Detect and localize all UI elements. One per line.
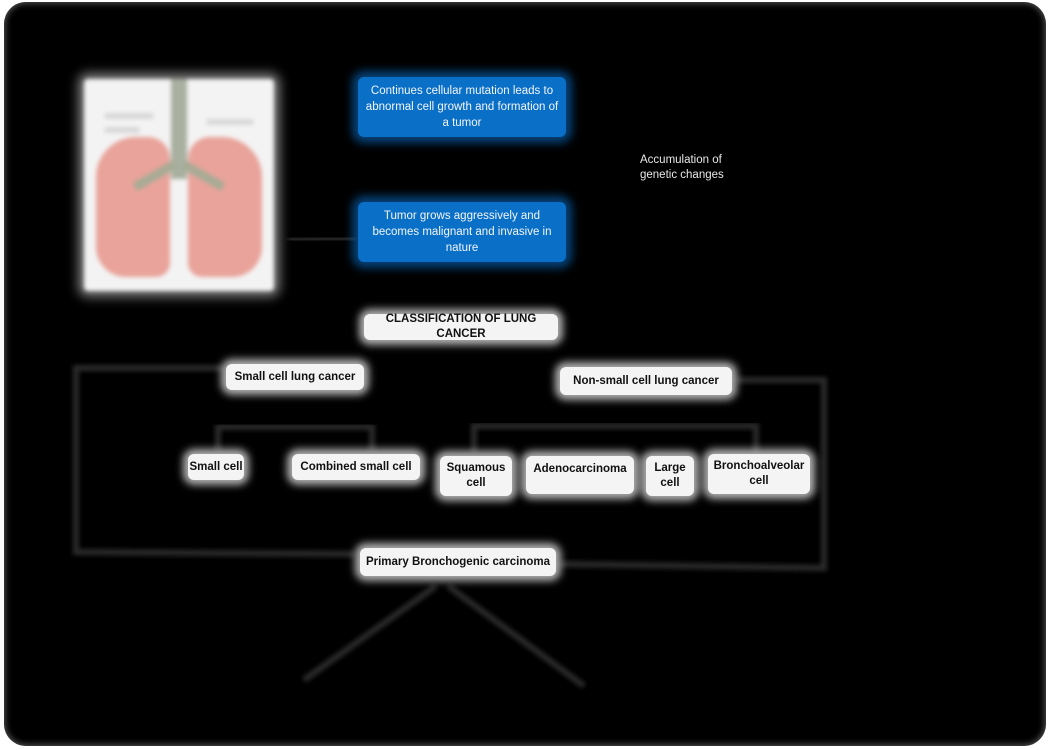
- node-non-small-cell-lung-cancer-text: Non-small cell lung cancer: [573, 374, 719, 387]
- illustration-label: [104, 127, 140, 133]
- classification-heading-text: CLASSIFICATION OF LUNG CANCER: [385, 313, 537, 340]
- node-small-cell-lung-cancer: Small cell lung cancer: [226, 364, 364, 390]
- connector-nsclc-subtypes: [471, 423, 759, 452]
- illustration-label: [104, 113, 154, 119]
- node-squamous-cell: Squamous cell: [440, 456, 512, 496]
- node-adenocarcinoma: Adenocarcinoma: [526, 456, 634, 494]
- flow-step-tumor-growth-text: Tumor grows aggressively and becomes mal…: [372, 210, 552, 254]
- flow-step-tumor-growth: Tumor grows aggressively and becomes mal…: [358, 202, 566, 262]
- node-small-cell-text: Small cell: [189, 460, 243, 473]
- node-small-cell: Small cell: [188, 454, 244, 480]
- node-adenocarcinoma-text: Adenocarcinoma: [533, 463, 627, 475]
- node-combined-small-cell: Combined small cell: [292, 454, 420, 480]
- node-bronchoalveolar-cell-text: Bronchoalveolar cell: [713, 460, 805, 487]
- side-note-genetic-changes: Accumulation of genetic changes: [640, 153, 750, 183]
- node-bronchoalveolar-cell: Bronchoalveolar cell: [708, 454, 810, 494]
- connector-lungs-to-step2: [287, 235, 357, 243]
- node-primary-bronchogenic-carcinoma-text: Primary Bronchogenic carcinoma: [365, 555, 551, 568]
- right-lung: [188, 137, 262, 277]
- flow-step-mutation-text: Continues cellular mutation leads to abn…: [365, 85, 559, 129]
- node-squamous-cell-text: Squamous cell: [446, 462, 506, 489]
- document-page: Continues cellular mutation leads to abn…: [4, 2, 1046, 746]
- lungs-illustration: [84, 79, 274, 291]
- connector-outcome-right: [446, 583, 586, 689]
- flow-step-mutation: Continues cellular mutation leads to abn…: [358, 77, 566, 137]
- node-large-cell-text: Large cell: [654, 462, 686, 489]
- node-large-cell: Large cell: [646, 456, 694, 496]
- left-lung: [96, 137, 170, 277]
- node-non-small-cell-lung-cancer: Non-small cell lung cancer: [560, 367, 732, 395]
- node-small-cell-lung-cancer-text: Small cell lung cancer: [234, 370, 356, 383]
- side-note-text: Accumulation of genetic changes: [640, 154, 724, 181]
- connector-outcome-left: [302, 583, 438, 683]
- illustration-label: [206, 119, 254, 125]
- classification-heading: CLASSIFICATION OF LUNG CANCER: [364, 313, 558, 340]
- node-primary-bronchogenic-carcinoma: Primary Bronchogenic carcinoma: [360, 548, 556, 576]
- connector-sclc-subtypes: [215, 424, 375, 450]
- node-combined-small-cell-text: Combined small cell: [300, 460, 412, 473]
